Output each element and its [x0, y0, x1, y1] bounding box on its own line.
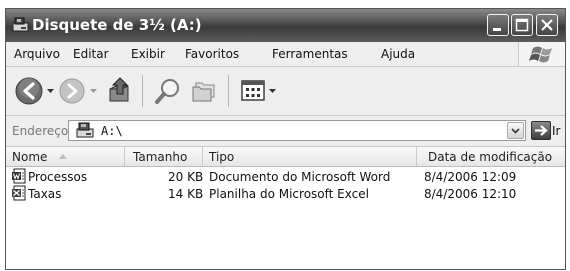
menu-favoritos[interactable]: Favoritos — [185, 47, 239, 61]
menu-ferramentas[interactable]: Ferramentas — [272, 47, 348, 61]
column-header-date[interactable]: Data de modificação — [417, 147, 565, 166]
address-label: Endereço — [12, 124, 69, 138]
close-button[interactable] — [536, 14, 558, 36]
column-header-label: Data de modificação — [428, 150, 553, 164]
address-dropdown-button[interactable] — [507, 122, 524, 139]
floppy-drive-icon — [12, 17, 29, 32]
forward-dropdown-icon[interactable] — [89, 87, 98, 95]
window-title: Disquete de 3½ (A:) — [32, 16, 202, 34]
views-dropdown-icon[interactable] — [268, 87, 277, 95]
address-bar: Endereço A:\ Ir — [6, 116, 565, 147]
menu-editar[interactable]: Editar — [73, 47, 109, 61]
file-size: 20 KB — [168, 170, 204, 184]
floppy-drive-icon — [76, 122, 94, 138]
go-label[interactable]: Ir — [552, 124, 560, 138]
file-type: Documento do Microsoft Word — [209, 170, 391, 184]
menu-arquivo[interactable]: Arquivo — [14, 47, 60, 61]
list-header: Nome Tamanho Tipo Data de modificação — [6, 147, 565, 167]
menu-bar: Arquivo Editar Exibir Favoritos Ferramen… — [6, 42, 565, 67]
word-document-icon — [12, 168, 26, 184]
file-date: 8/4/2006 12:09 — [424, 170, 517, 184]
windows-flag-icon — [529, 46, 552, 63]
list-item[interactable]: Taxas 14 KB Planilha do Microsoft Excel … — [6, 185, 565, 202]
chevron-down-icon — [511, 128, 520, 134]
maximize-icon — [515, 18, 529, 32]
address-input[interactable]: A:\ — [68, 120, 526, 141]
forward-button[interactable] — [58, 77, 86, 105]
address-value: A:\ — [101, 124, 123, 138]
toolbar-separator — [228, 75, 229, 107]
column-header-size[interactable]: Tamanho — [125, 147, 203, 166]
go-button[interactable] — [531, 121, 551, 140]
column-header-label: Tipo — [209, 150, 235, 164]
file-name: Processos — [28, 170, 88, 184]
file-type: Planilha do Microsoft Excel — [209, 187, 369, 201]
windows-logo — [518, 42, 565, 66]
back-button[interactable] — [14, 76, 44, 106]
list-item[interactable]: Processos 20 KB Documento do Microsoft W… — [6, 168, 565, 185]
file-date: 8/4/2006 12:10 — [424, 187, 517, 201]
arrow-right-icon — [535, 125, 548, 136]
minimize-icon — [493, 28, 501, 31]
minimize-button[interactable] — [487, 14, 509, 36]
file-size: 14 KB — [168, 187, 204, 201]
column-header-name[interactable]: Nome — [6, 147, 125, 166]
column-header-label: Tamanho — [133, 150, 188, 164]
maximize-button[interactable] — [511, 14, 533, 36]
file-list: Nome Tamanho Tipo Data de modificação Pr… — [6, 147, 565, 269]
standard-toolbar — [6, 67, 565, 116]
folders-button[interactable] — [190, 77, 218, 105]
column-header-type[interactable]: Tipo — [203, 147, 417, 166]
toolbar-separator — [142, 75, 143, 107]
views-button[interactable] — [240, 79, 266, 103]
explorer-window: Disquete de 3½ (A:) Arquivo Editar Exibi… — [5, 8, 566, 270]
column-header-label: Nome — [12, 150, 48, 164]
excel-spreadsheet-icon — [12, 185, 26, 201]
title-bar[interactable]: Disquete de 3½ (A:) — [6, 9, 565, 42]
search-button[interactable] — [153, 76, 183, 106]
back-dropdown-icon[interactable] — [46, 87, 55, 95]
menu-ajuda[interactable]: Ajuda — [381, 47, 415, 61]
file-name: Taxas — [28, 187, 62, 201]
close-icon — [541, 19, 553, 31]
sort-ascending-icon — [59, 154, 67, 159]
up-folder-button[interactable] — [106, 75, 134, 105]
menu-exibir[interactable]: Exibir — [131, 47, 165, 61]
